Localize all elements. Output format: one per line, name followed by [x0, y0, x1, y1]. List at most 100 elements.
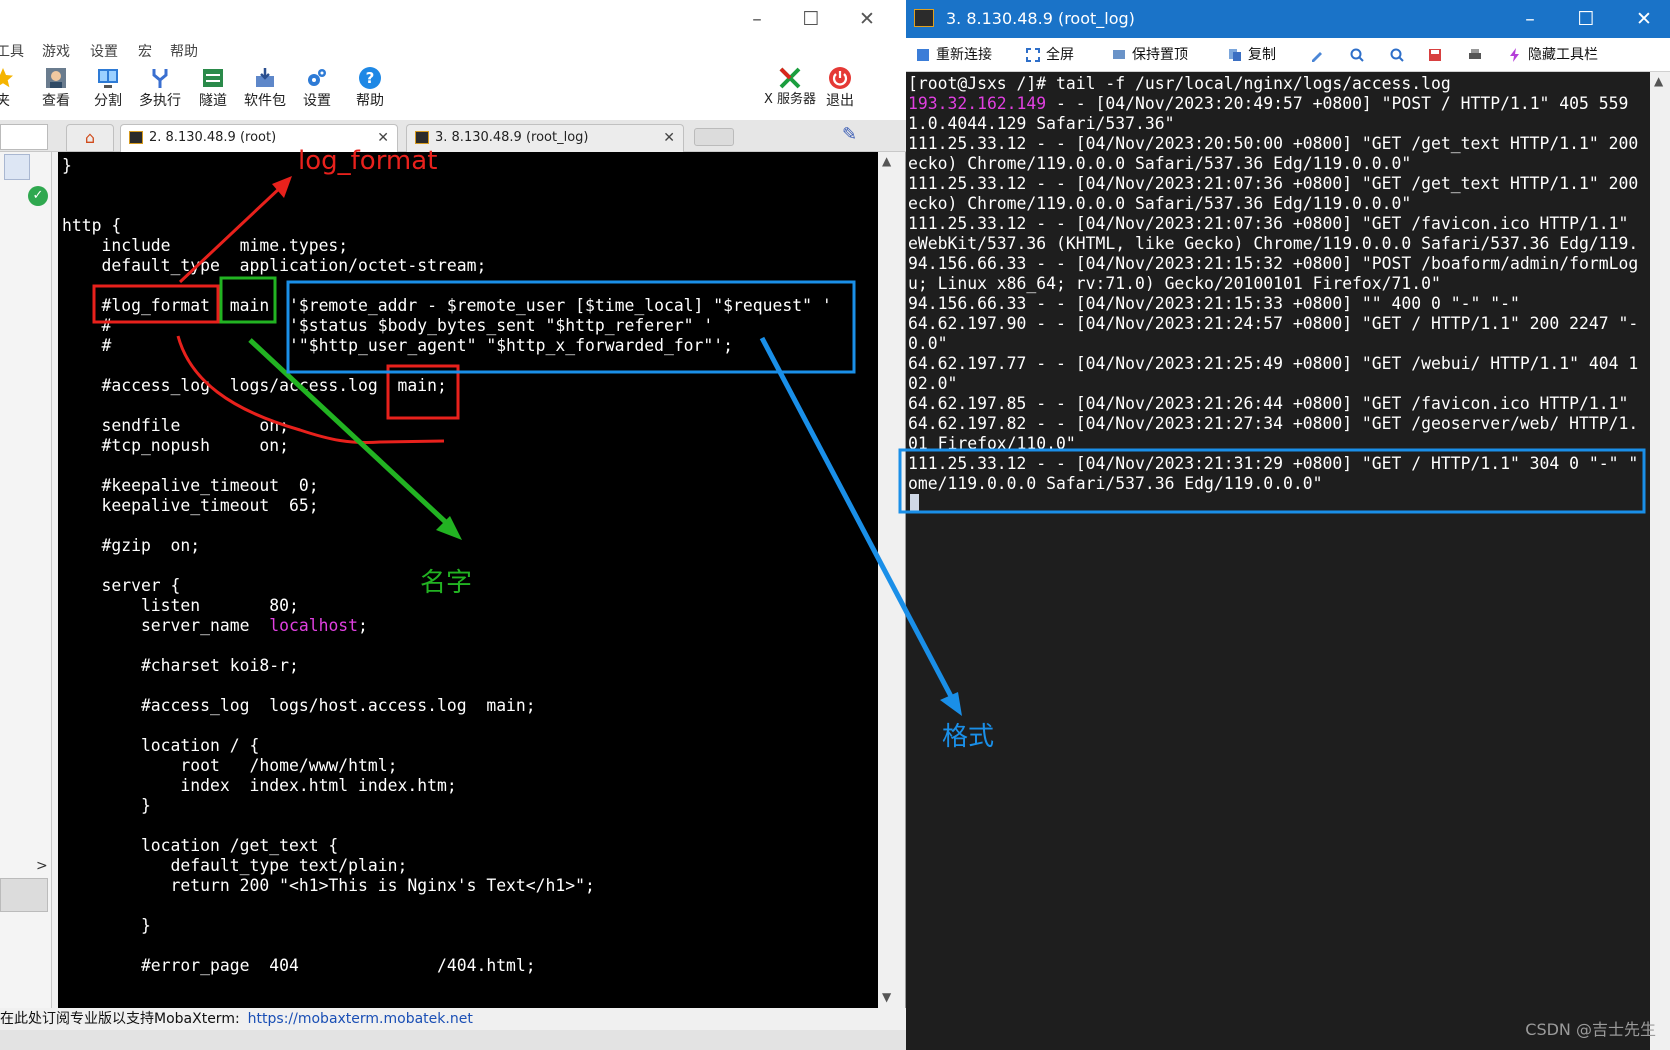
reconnect-button[interactable]: 重新连接 — [916, 45, 992, 65]
log-line: 64.62.197.90 - - [04/Nov/2023:21:24:57 +… — [908, 314, 1639, 333]
terminal-line: location /get_text { — [62, 836, 339, 855]
copy-button[interactable]: 复制 — [1228, 45, 1276, 65]
menu-games[interactable]: 游戏 — [42, 41, 70, 61]
menu-tools[interactable]: 工具 — [0, 41, 24, 61]
log-line: 111.25.33.12 - - [04/Nov/2023:21:31:29 +… — [908, 454, 1639, 473]
package-icon — [256, 68, 274, 87]
terminal-icon — [415, 131, 429, 144]
scroll-up-icon[interactable]: ▲ — [1654, 74, 1663, 88]
terminal-line: default_type text/plain; — [62, 856, 408, 875]
edit-button[interactable] — [1310, 45, 1324, 65]
monitor-icon — [98, 69, 118, 88]
terminal-icon — [129, 131, 143, 144]
left-sidebar: ✓ > — [0, 152, 52, 1016]
toolbar-tunnel[interactable]: 隧道 — [186, 64, 240, 118]
tab-label: 2. 8.130.48.9 (root) — [149, 130, 277, 145]
maximize-button[interactable]: ☐ — [1566, 0, 1606, 38]
button-label: 隐藏工具栏 — [1528, 47, 1598, 63]
scroll-up-icon[interactable]: ▲ — [882, 154, 891, 168]
log-line: 0.0" — [908, 334, 948, 353]
terminal-line: server_name localhost; — [62, 616, 368, 635]
terminal-icon — [914, 9, 934, 27]
print-button[interactable] — [1468, 45, 1482, 65]
sidebar-tab-sessions[interactable] — [4, 154, 30, 180]
status-link[interactable]: https://mobaxterm.mobatek.net — [248, 1011, 473, 1027]
toolbar-multiexec[interactable]: 多执行 — [133, 64, 187, 118]
hide-toolbar-button[interactable]: 隐藏工具栏 — [1508, 45, 1598, 65]
toolbar-label: X 服务器 — [763, 92, 817, 107]
sidebar-expand-icon[interactable]: > — [36, 858, 48, 874]
terminal-line: } — [62, 796, 151, 815]
log-line: 193.32.162.149 - - [04/Nov/2023:20:49:57… — [908, 94, 1629, 113]
toolbar-label: 隧道 — [199, 93, 227, 109]
attach-icon[interactable]: ✎ — [842, 124, 857, 145]
menu-macro[interactable]: 宏 — [138, 41, 152, 61]
minimize-button[interactable]: – — [1510, 0, 1550, 38]
lightning-icon — [1510, 48, 1519, 62]
terminal-line: listen 80; — [62, 596, 299, 615]
maximize-button[interactable]: ☐ — [796, 6, 826, 32]
menu-help[interactable]: 帮助 — [170, 41, 198, 61]
terminal-line: return 200 "<h1>This is Nginx's Text</h1… — [62, 876, 595, 895]
log-line: 94.156.66.33 - - [04/Nov/2023:21:15:33 +… — [908, 294, 1520, 313]
toolbar-settings[interactable]: 设置 — [290, 64, 344, 118]
status-bar: 在此处订阅专业版以支持MobaXterm: https://mobaxterm.m… — [0, 1008, 906, 1030]
print-icon — [1469, 49, 1481, 59]
close-icon[interactable]: ✕ — [377, 125, 389, 151]
tab-root[interactable]: 2. 8.130.48.9 (root) ✕ — [120, 124, 398, 152]
toolbar-exit[interactable]: 退出 — [813, 64, 867, 118]
toolbar-view[interactable]: 查看 — [29, 64, 83, 118]
tab-root-log[interactable]: 3. 8.130.48.9 (root_log) ✕ — [406, 124, 684, 152]
toolbar-help[interactable]: ? 帮助 — [343, 64, 397, 118]
log-line: 111.25.33.12 - - [04/Nov/2023:20:50:00 +… — [908, 134, 1639, 153]
button-label: 全屏 — [1046, 47, 1074, 63]
fullscreen-button[interactable]: 全屏 — [1026, 45, 1074, 65]
terminal-line: #access_log logs/access.log main; — [62, 376, 447, 395]
always-on-top-button[interactable]: 保持置顶 — [1112, 45, 1188, 65]
menu-bar: 工具 游戏 设置 宏 帮助 — [0, 40, 906, 62]
left-window: – ☐ ✕ 工具 游戏 设置 宏 帮助 夹 查看 分割 多执行 隧道 软件包 设… — [0, 0, 906, 1050]
close-button[interactable]: ✕ — [1624, 0, 1664, 38]
left-terminal[interactable]: } http { include mime.types; default_type… — [58, 152, 878, 1008]
close-icon[interactable]: ✕ — [663, 125, 675, 151]
log-line: u; Linux x86_64; rv:71.0) Gecko/20100101… — [908, 274, 1441, 293]
terminal-line: } — [62, 916, 151, 935]
terminal-line: index index.html index.htm; — [62, 776, 457, 795]
terminal-line: keepalive_timeout 65; — [62, 496, 319, 515]
close-button[interactable]: ✕ — [852, 6, 882, 32]
terminal-line: #access_log logs/host.access.log main; — [62, 696, 536, 715]
check-icon: ✓ — [28, 186, 48, 206]
zoom-in-icon — [1350, 48, 1364, 62]
minimize-button[interactable]: – — [742, 6, 772, 32]
bottom-strip — [0, 1030, 906, 1050]
star-icon — [0, 68, 13, 88]
log-line: 01 Firefox/110.0" — [908, 434, 1076, 453]
tunnel-icon — [203, 69, 223, 87]
detached-toolbar: 重新连接 全屏 保持置顶 复制 隐藏工具栏 — [906, 38, 1670, 72]
pin-icon — [1113, 50, 1125, 59]
log-line: eWebKit/537.36 (KHTML, like Gecko) Chrom… — [908, 234, 1639, 253]
zoom-in-button[interactable] — [1350, 45, 1364, 65]
right-titlebar: 3. 8.130.48.9 (root_log) – ☐ ✕ — [906, 0, 1670, 38]
home-tab[interactable]: ⌂ — [66, 124, 114, 152]
toolbar-xserver[interactable]: X 服务器 — [760, 64, 820, 118]
zoom-out-button[interactable] — [1390, 45, 1404, 65]
right-scrollbar[interactable]: ▲ — [1650, 72, 1670, 1050]
home-icon: ⌂ — [84, 128, 96, 147]
toolbar-split[interactable]: 分割 — [81, 64, 135, 118]
quick-connect-box[interactable] — [0, 124, 48, 150]
right-window: 3. 8.130.48.9 (root_log) – ☐ ✕ 重新连接 全屏 保… — [906, 0, 1670, 1050]
terminal-line: http { — [62, 216, 122, 235]
toolbar-packages[interactable]: 软件包 — [238, 64, 292, 118]
toolbar-favorites[interactable]: 夹 — [0, 64, 30, 118]
x-server-icon — [779, 67, 801, 89]
right-terminal[interactable]: [root@Jsxs /]# tail -f /usr/local/nginx/… — [906, 72, 1650, 1050]
save-button[interactable] — [1428, 45, 1442, 65]
new-tab-button[interactable] — [694, 128, 734, 146]
left-scrollbar[interactable]: ▲ ▼ — [878, 152, 898, 1008]
scroll-down-icon[interactable]: ▼ — [882, 990, 891, 1004]
menu-settings[interactable]: 设置 — [90, 41, 118, 61]
server-name-value: localhost — [269, 616, 359, 635]
left-titlebar: – ☐ ✕ — [0, 0, 906, 40]
log-line: 111.25.33.12 - - [04/Nov/2023:21:07:36 +… — [908, 214, 1629, 233]
